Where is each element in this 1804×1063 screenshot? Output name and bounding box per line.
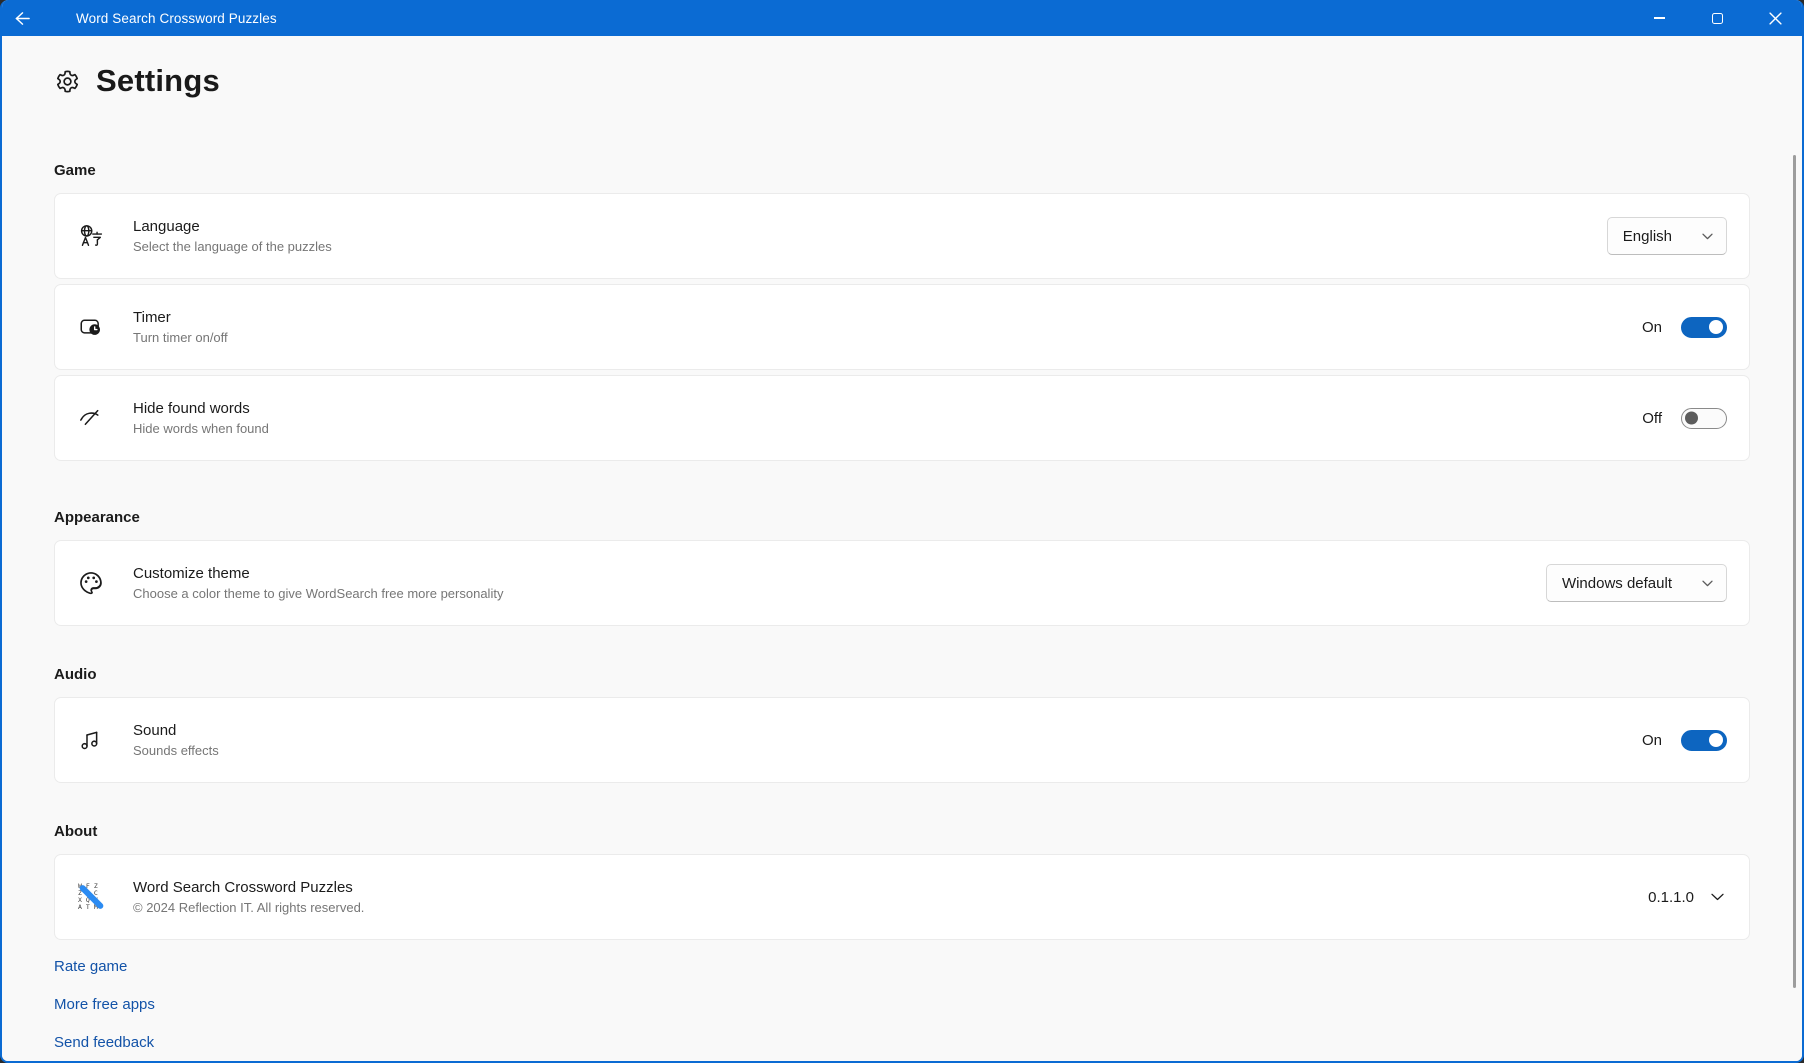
language-dropdown[interactable]: English bbox=[1607, 217, 1727, 255]
back-arrow-icon bbox=[14, 11, 31, 26]
close-icon bbox=[1769, 12, 1782, 25]
version-number: 0.1.1.0 bbox=[1648, 889, 1694, 906]
section-label-about: About bbox=[54, 823, 1750, 840]
setting-title: Sound bbox=[133, 722, 219, 739]
more-free-apps-link[interactable]: More free apps bbox=[54, 995, 155, 1015]
vertical-scrollbar[interactable] bbox=[1793, 155, 1796, 988]
translate-icon bbox=[78, 223, 104, 249]
chevron-down-icon bbox=[1702, 580, 1713, 587]
about-row: WFZ ZBC XQV ATM Word Search Crossword Pu… bbox=[54, 854, 1750, 940]
toggle-knob bbox=[1685, 412, 1698, 425]
section-label-audio: Audio bbox=[54, 666, 1750, 683]
setting-description: Turn timer on/off bbox=[133, 330, 228, 345]
setting-description: Choose a color theme to give WordSearch … bbox=[133, 586, 503, 601]
hide-found-words-toggle-state: Off bbox=[1642, 410, 1662, 427]
sound-toggle-state: On bbox=[1642, 732, 1662, 749]
rate-game-link[interactable]: Rate game bbox=[54, 957, 127, 977]
setting-title: Hide found words bbox=[133, 400, 269, 417]
setting-description: Select the language of the puzzles bbox=[133, 239, 332, 254]
titlebar: Word Search Crossword Puzzles bbox=[0, 0, 1804, 36]
footer-links: Rate game More free apps Send feedback bbox=[54, 957, 1750, 1053]
send-feedback-link[interactable]: Send feedback bbox=[54, 1033, 154, 1053]
music-note-icon bbox=[78, 727, 104, 753]
app-window: Word Search Crossword Puzzles Settings G… bbox=[0, 0, 1804, 1063]
theme-dropdown[interactable]: Windows default bbox=[1546, 564, 1727, 602]
section-label-game: Game bbox=[54, 162, 1750, 179]
chevron-down-icon bbox=[1702, 233, 1713, 240]
setting-title: Timer bbox=[133, 309, 228, 326]
setting-row-sound: Sound Sounds effects On bbox=[54, 697, 1750, 783]
setting-row-customize-theme: Customize theme Choose a color theme to … bbox=[54, 540, 1750, 626]
palette-icon bbox=[78, 570, 104, 596]
settings-page: Settings Game bbox=[2, 36, 1802, 1061]
page-title: Settings bbox=[54, 63, 1750, 99]
window-controls bbox=[1630, 0, 1804, 36]
about-expander[interactable]: 0.1.1.0 bbox=[1648, 889, 1727, 906]
eye-off-icon bbox=[78, 405, 104, 431]
maximize-button[interactable] bbox=[1688, 0, 1746, 36]
timer-icon bbox=[78, 314, 104, 340]
about-copyright: © 2024 Reflection IT. All rights reserve… bbox=[133, 900, 364, 915]
timer-toggle[interactable] bbox=[1681, 317, 1727, 338]
timer-toggle-state: On bbox=[1642, 319, 1662, 336]
section-label-appearance: Appearance bbox=[54, 509, 1750, 526]
about-app-name: Word Search Crossword Puzzles bbox=[133, 879, 364, 896]
page-title-text: Settings bbox=[96, 63, 220, 99]
back-button[interactable] bbox=[0, 0, 44, 36]
maximize-icon bbox=[1712, 13, 1723, 24]
minimize-icon bbox=[1654, 17, 1665, 18]
app-logo-icon: WFZ ZBC XQV ATM bbox=[78, 884, 104, 910]
setting-row-language: Language Select the language of the puzz… bbox=[54, 193, 1750, 279]
close-button[interactable] bbox=[1746, 0, 1804, 36]
hide-found-words-toggle[interactable] bbox=[1681, 408, 1727, 429]
minimize-button[interactable] bbox=[1630, 0, 1688, 36]
setting-row-hide-found-words: Hide found words Hide words when found O… bbox=[54, 375, 1750, 461]
window-title: Word Search Crossword Puzzles bbox=[76, 11, 277, 26]
theme-dropdown-value: Windows default bbox=[1562, 575, 1672, 592]
setting-title: Customize theme bbox=[133, 565, 503, 582]
setting-description: Sounds effects bbox=[133, 743, 219, 758]
language-dropdown-value: English bbox=[1623, 228, 1672, 245]
sound-toggle[interactable] bbox=[1681, 730, 1727, 751]
gear-icon bbox=[54, 68, 81, 95]
chevron-down-icon bbox=[1711, 893, 1724, 901]
setting-row-timer: Timer Turn timer on/off On bbox=[54, 284, 1750, 370]
setting-description: Hide words when found bbox=[133, 421, 269, 436]
toggle-knob bbox=[1709, 733, 1723, 747]
toggle-knob bbox=[1709, 320, 1723, 334]
setting-title: Language bbox=[133, 218, 332, 235]
